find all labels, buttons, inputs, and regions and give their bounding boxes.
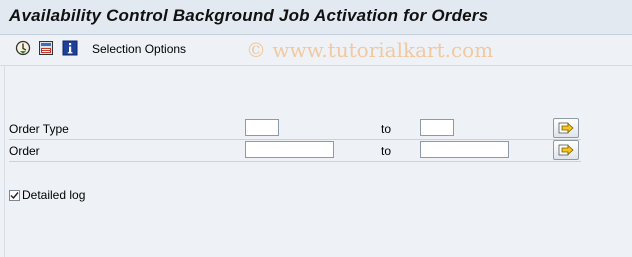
order-multiple-selection-button[interactable] (553, 140, 579, 160)
arrow-right-icon (558, 144, 574, 156)
row-separator (9, 139, 581, 140)
watermark: © www.tutorialkart.com (246, 38, 494, 62)
order-type-from-input[interactable] (245, 119, 279, 136)
order-to-label: to (381, 144, 392, 158)
page-title: Availability Control Background Job Acti… (9, 6, 489, 25)
order-type-to-input[interactable] (420, 119, 454, 136)
order-label: Order (9, 144, 40, 158)
application-toolbar: Selection Options © www.tutorialkart.com (0, 35, 632, 66)
info-icon[interactable] (62, 40, 78, 56)
save-variant-icon[interactable] (38, 40, 54, 56)
row-separator (9, 161, 581, 162)
order-to-input[interactable] (420, 141, 509, 158)
order-type-to-label: to (381, 122, 392, 136)
detailed-log-checkbox[interactable] (9, 190, 20, 201)
selection-options-button[interactable]: Selection Options (92, 42, 186, 56)
arrow-right-icon (558, 122, 574, 134)
order-type-label: Order Type (9, 122, 69, 136)
order-type-multiple-selection-button[interactable] (553, 118, 579, 138)
title-bar: Availability Control Background Job Acti… (0, 0, 632, 35)
detailed-log-label[interactable]: Detailed log (22, 188, 85, 202)
order-from-input[interactable] (245, 141, 334, 158)
checkmark-icon (10, 192, 19, 200)
execute-icon[interactable] (15, 40, 31, 56)
selection-screen: Order Type to Order to Detailed log (4, 66, 632, 257)
